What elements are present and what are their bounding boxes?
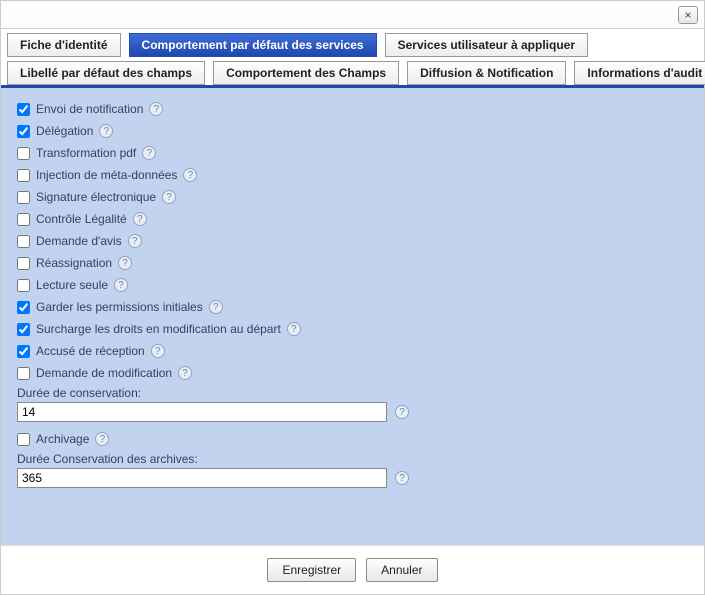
cancel-button[interactable]: Annuler	[366, 558, 437, 582]
checkbox-transformation-pdf[interactable]	[17, 147, 30, 160]
checkbox-envoi-notification[interactable]	[17, 103, 30, 116]
secondary-tab-row: Libellé par défaut des champs Comporteme…	[1, 57, 704, 85]
option-label: Lecture seule	[36, 278, 108, 292]
checkbox-accuse-reception[interactable]	[17, 345, 30, 358]
checkbox-surcharge-droits[interactable]	[17, 323, 30, 336]
option-row-surcharge-droits: Surcharge les droits en modification au …	[11, 318, 694, 340]
option-row-envoi-notification: Envoi de notification ?	[11, 98, 694, 120]
help-icon[interactable]: ?	[149, 102, 163, 116]
option-label: Surcharge les droits en modification au …	[36, 322, 281, 336]
help-icon[interactable]: ?	[183, 168, 197, 182]
option-row-archivage: Archivage ?	[11, 428, 694, 450]
checkbox-controle-legalite[interactable]	[17, 213, 30, 226]
input-duree-archives[interactable]	[17, 468, 387, 488]
help-icon[interactable]: ?	[133, 212, 147, 226]
option-label: Réassignation	[36, 256, 112, 270]
help-icon[interactable]: ?	[142, 146, 156, 160]
checkbox-archivage[interactable]	[17, 433, 30, 446]
close-button[interactable]: ×	[678, 6, 698, 24]
checkbox-delegation[interactable]	[17, 125, 30, 138]
tab-diffusion[interactable]: Diffusion & Notification	[407, 61, 566, 85]
field-label: Durée Conservation des archives:	[17, 452, 688, 466]
help-icon[interactable]: ?	[114, 278, 128, 292]
option-label: Signature électronique	[36, 190, 156, 204]
tab-identity[interactable]: Fiche d'identité	[7, 33, 121, 57]
dialog-window: × Fiche d'identité Comportement par défa…	[0, 0, 705, 595]
checkbox-demande-modif[interactable]	[17, 367, 30, 380]
option-row-injection-meta: Injection de méta-données ?	[11, 164, 694, 186]
tab-default-behavior[interactable]: Comportement par défaut des services	[129, 33, 377, 57]
checkbox-reassignation[interactable]	[17, 257, 30, 270]
option-row-reassignation: Réassignation ?	[11, 252, 694, 274]
help-icon[interactable]: ?	[287, 322, 301, 336]
help-icon[interactable]: ?	[95, 432, 109, 446]
input-duree-conservation[interactable]	[17, 402, 387, 422]
checkbox-injection-meta[interactable]	[17, 169, 30, 182]
option-label: Injection de méta-données	[36, 168, 177, 182]
save-button[interactable]: Enregistrer	[267, 558, 356, 582]
help-icon[interactable]: ?	[118, 256, 132, 270]
field-duree-archives: Durée Conservation des archives: ?	[11, 450, 694, 494]
option-label: Délégation	[36, 124, 93, 138]
primary-tab-row: Fiche d'identité Comportement par défaut…	[1, 29, 704, 57]
help-icon[interactable]: ?	[178, 366, 192, 380]
help-icon[interactable]: ?	[128, 234, 142, 248]
option-row-accuse-reception: Accusé de réception ?	[11, 340, 694, 362]
help-icon[interactable]: ?	[99, 124, 113, 138]
option-label: Transformation pdf	[36, 146, 136, 160]
option-label: Demande de modification	[36, 366, 172, 380]
help-icon[interactable]: ?	[151, 344, 165, 358]
checkbox-demande-avis[interactable]	[17, 235, 30, 248]
option-label: Demande d'avis	[36, 234, 122, 248]
option-row-controle-legalite: Contrôle Légalité ?	[11, 208, 694, 230]
titlebar: ×	[1, 1, 704, 29]
help-icon[interactable]: ?	[162, 190, 176, 204]
checkbox-lecture-seule[interactable]	[17, 279, 30, 292]
checkbox-signature-elec[interactable]	[17, 191, 30, 204]
option-row-garder-permissions: Garder les permissions initiales ?	[11, 296, 694, 318]
help-icon[interactable]: ?	[395, 405, 409, 419]
option-row-lecture-seule: Lecture seule ?	[11, 274, 694, 296]
tab-field-behavior[interactable]: Comportement des Champs	[213, 61, 399, 85]
content-panel: Envoi de notification ? Délégation ? Tra…	[1, 88, 704, 545]
option-row-transformation-pdf: Transformation pdf ?	[11, 142, 694, 164]
option-label: Archivage	[36, 432, 89, 446]
option-row-signature-elec: Signature électronique ?	[11, 186, 694, 208]
option-label: Contrôle Légalité	[36, 212, 127, 226]
help-icon[interactable]: ?	[209, 300, 223, 314]
option-label: Accusé de réception	[36, 344, 145, 358]
tab-default-labels[interactable]: Libellé par défaut des champs	[7, 61, 205, 85]
checkbox-garder-permissions[interactable]	[17, 301, 30, 314]
tab-user-services[interactable]: Services utilisateur à appliquer	[385, 33, 588, 57]
field-label: Durée de conservation:	[17, 386, 688, 400]
field-duree-conservation: Durée de conservation: ?	[11, 384, 694, 428]
help-icon[interactable]: ?	[395, 471, 409, 485]
option-row-delegation: Délégation ?	[11, 120, 694, 142]
option-label: Garder les permissions initiales	[36, 300, 203, 314]
footer: Enregistrer Annuler	[1, 545, 704, 594]
option-label: Envoi de notification	[36, 102, 143, 116]
option-row-demande-avis: Demande d'avis ?	[11, 230, 694, 252]
option-row-demande-modif: Demande de modification ?	[11, 362, 694, 384]
tab-audit[interactable]: Informations d'audit	[574, 61, 705, 85]
